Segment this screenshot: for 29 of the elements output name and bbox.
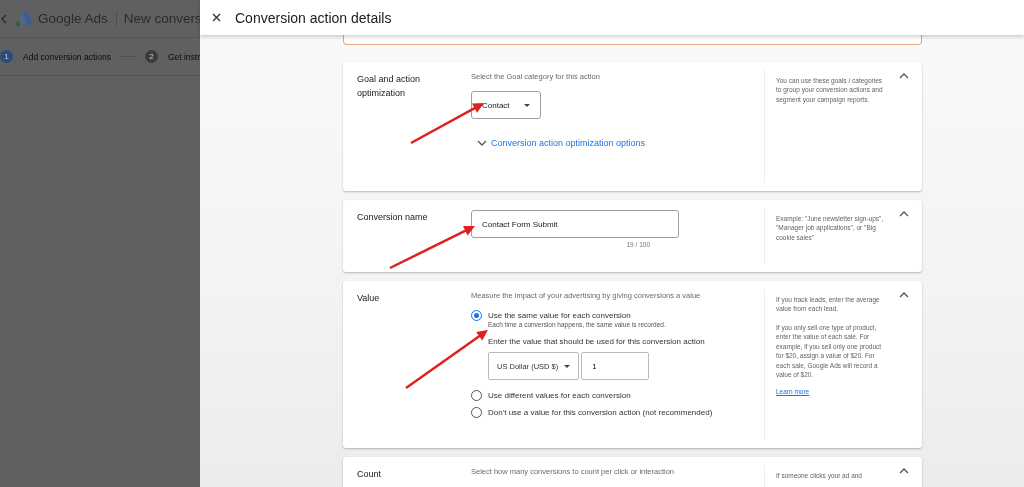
logo-icon [14,10,32,27]
panel-title: Conversion action details [235,9,392,26]
step-number: 1 [0,50,13,63]
dropdown-value: Contact [482,100,510,110]
chevron-up-icon [899,291,909,298]
radio-option[interactable]: Use the same value for each conversion [471,310,631,321]
section-label: Goal and action optimization [356,73,422,100]
conversion-name-input[interactable]: Contact Form Submit [471,210,679,238]
chevron-up-icon [899,72,909,79]
radio-option[interactable]: Don't use a value for this conversion action (not recommended) [471,407,713,418]
section-label: Count [356,468,383,481]
chevron-up-icon [899,467,909,474]
close-icon[interactable] [212,13,221,22]
step-label: Add conversion actions [23,51,111,62]
value-prompt: Enter the value that should be used for this conversion action [488,337,705,346]
step-label: Get instr [167,51,200,62]
radio-label: Don't use a value for this conversion action (not recommended) [488,408,713,417]
chevron-up-icon [899,210,909,217]
caret-icon [523,103,530,107]
optimization-options-link[interactable]: Conversion action optimization options [477,138,646,148]
radio-label: Use the same value for each conversion [488,311,631,320]
section-label: Value [356,292,381,305]
radio-option[interactable]: Use different values for each conversion [471,390,631,401]
chevron-down-icon [477,139,487,147]
section-label: Conversion name [356,211,429,224]
caret-icon [564,364,571,368]
radio-label: Use different values for each conversion [488,391,631,400]
step-number: 2 [144,50,158,63]
goal-category-dropdown[interactable]: Contact [471,91,541,119]
